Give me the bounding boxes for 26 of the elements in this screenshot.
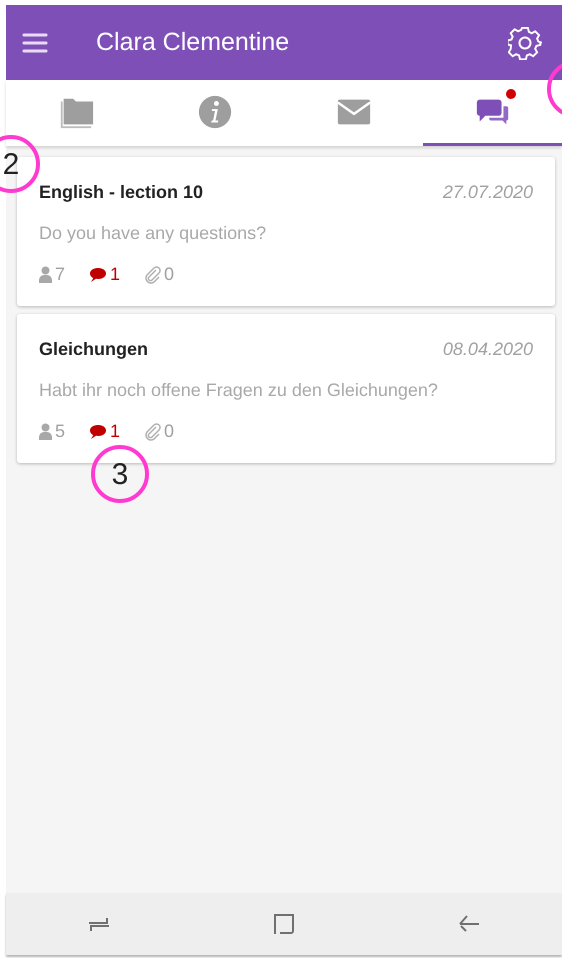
thread-preview: Habt ihr noch offene Fragen zu den Gleichungen? bbox=[39, 379, 439, 402]
thread-preview: Do you have any questions? bbox=[39, 222, 268, 245]
callout-marker: 2 bbox=[0, 135, 40, 193]
thread-card[interactable]: Gleichungen 08.04.2020 Habt ihr noch offene Fragen zu den Gleichungen? 5 1 0 bbox=[17, 314, 555, 463]
comment-count: 1 bbox=[110, 263, 120, 286]
settings-icon[interactable] bbox=[508, 26, 542, 60]
thread-date: 08.04.2020 bbox=[442, 338, 533, 361]
comment-count: 1 bbox=[110, 420, 120, 443]
app-title: Clara Clementine bbox=[96, 26, 290, 58]
thread-card[interactable]: English - lection 10 27.07.2020 Do you have any questions? 7 1 0 bbox=[17, 157, 555, 306]
comment-icon bbox=[89, 266, 108, 282]
comment-icon bbox=[89, 424, 108, 440]
thread-title: English - lection 10 bbox=[39, 181, 204, 204]
home-icon[interactable] bbox=[272, 912, 296, 936]
attachment-count: 0 bbox=[164, 420, 174, 443]
person-icon bbox=[39, 423, 52, 440]
callout-marker: 3 bbox=[91, 445, 149, 503]
participant-count: 7 bbox=[55, 263, 66, 286]
paperclip-icon bbox=[144, 422, 162, 440]
person-icon bbox=[39, 266, 52, 283]
menu-icon[interactable] bbox=[22, 32, 48, 54]
attachment-count: 0 bbox=[164, 263, 174, 286]
paperclip-icon bbox=[144, 266, 162, 284]
participant-count: 5 bbox=[55, 420, 66, 443]
thread-date: 27.07.2020 bbox=[442, 181, 533, 204]
thread-title: Gleichungen bbox=[39, 338, 148, 361]
